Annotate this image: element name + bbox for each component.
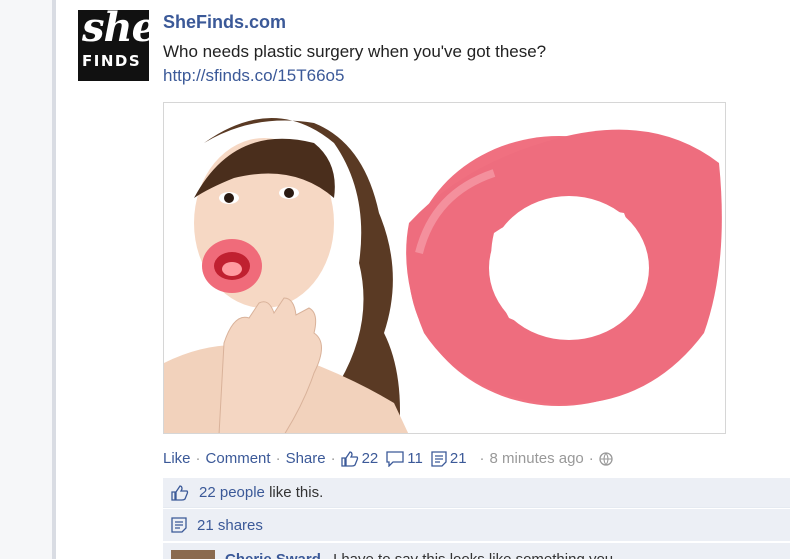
likes-summary-text: like this. [264, 484, 324, 501]
separator: · [479, 450, 485, 467]
left-rail [0, 0, 56, 559]
share-icon [431, 450, 447, 467]
page-avatar[interactable]: she FINDS [78, 4, 157, 81]
globe-icon[interactable] [599, 451, 613, 466]
separator: · [588, 450, 594, 467]
share-link[interactable]: Share [286, 450, 326, 467]
like-link[interactable]: Like [163, 450, 191, 467]
post-photo[interactable] [163, 102, 726, 434]
comment-bubble-icon [386, 450, 404, 467]
post-message: Who needs plastic surgery when you've go… [163, 42, 547, 61]
post-timestamp[interactable]: 8 minutes ago [490, 450, 584, 467]
shares-count-link[interactable]: 21 shares [197, 517, 263, 534]
post-url-link[interactable]: http://sfinds.co/15T66o5 [163, 66, 344, 86]
likes-summary-row: 22 people like this. [163, 478, 790, 508]
comment-link[interactable]: Comment [206, 450, 271, 467]
separator: · [330, 450, 336, 467]
commenter-avatar[interactable] [171, 550, 215, 559]
post-author-link[interactable]: SheFinds.com [163, 12, 286, 33]
post-action-bar: Like · Comment · Share · 22 11 21 · 8 mi… [163, 450, 613, 467]
commenter-name-link[interactable]: Cherie Sward [225, 551, 321, 559]
photo-illustration [164, 103, 722, 433]
shares-count[interactable]: 21 [450, 450, 467, 467]
thumbs-up-icon [171, 484, 189, 501]
separator: · [195, 450, 201, 467]
thumbs-up-icon [340, 450, 358, 467]
share-icon [171, 517, 187, 533]
likes-people-link[interactable]: 22 people [199, 484, 265, 501]
separator: · [275, 450, 281, 467]
comment-text: I have to say this looks like something … [333, 551, 613, 559]
avatar-logo-she: she [82, 4, 157, 51]
likes-count[interactable]: 22 [362, 450, 379, 467]
comments-count[interactable]: 11 [407, 450, 423, 467]
shares-summary-row: 21 shares [163, 509, 790, 541]
avatar-logo-finds: FINDS [82, 52, 142, 70]
comment-row: Cherie Sward I have to say this looks li… [163, 543, 790, 559]
